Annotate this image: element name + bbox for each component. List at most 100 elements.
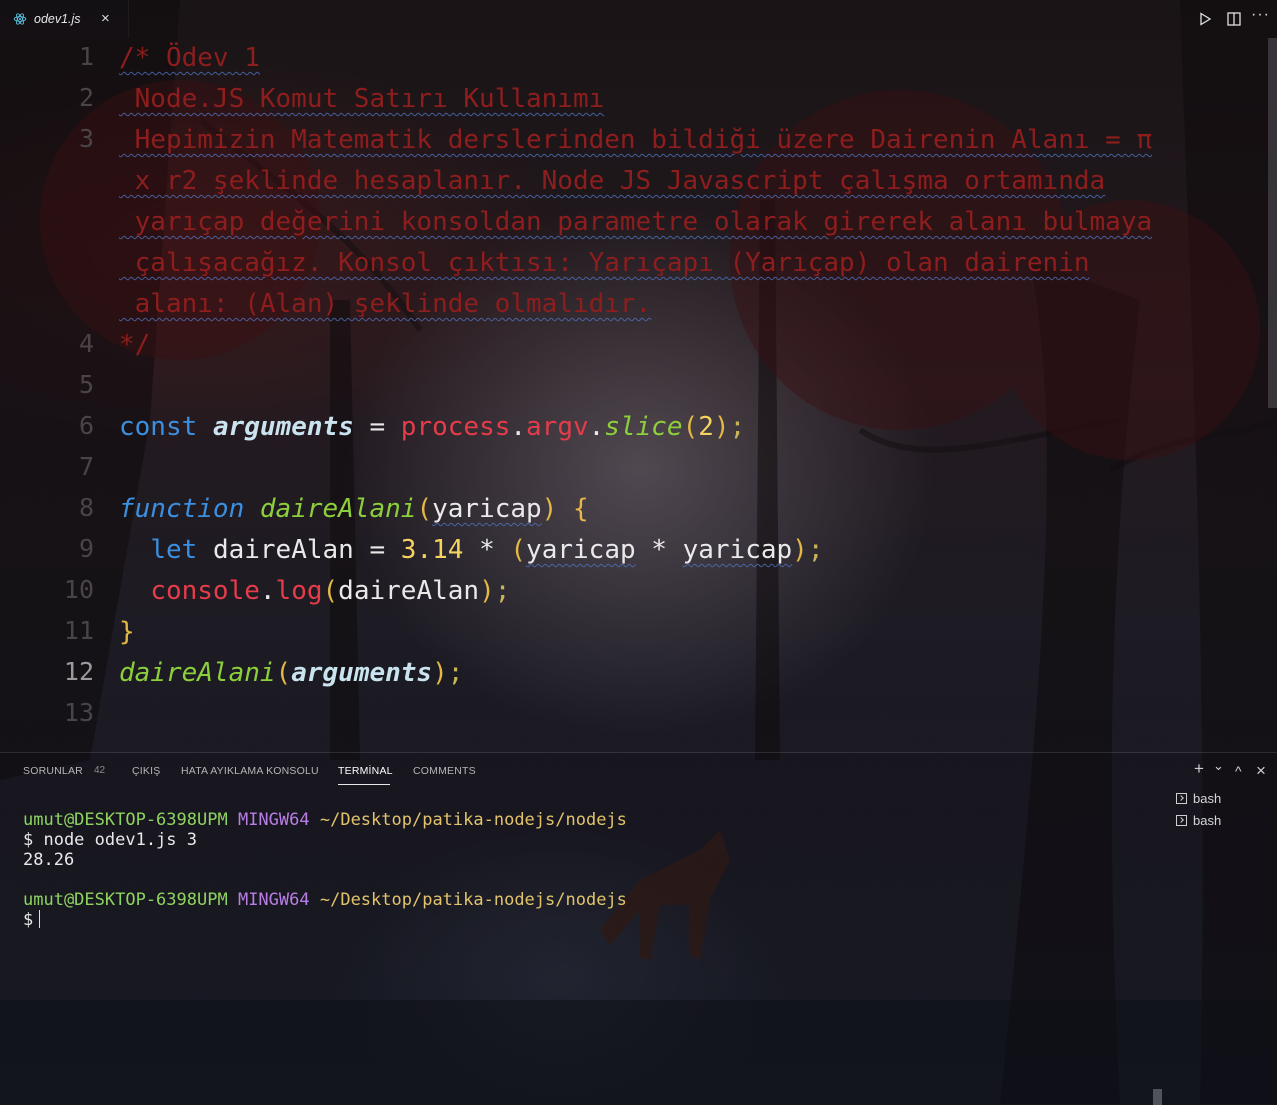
terminal-system: MINGW64	[237, 890, 310, 910]
chevron-down-icon[interactable]: ⌄	[1213, 758, 1224, 774]
method-log: log	[275, 576, 323, 606]
operator-multiply: *	[463, 535, 511, 565]
react-icon	[13, 13, 27, 25]
more-actions-icon[interactable]: ···	[1251, 6, 1270, 24]
editor-scrollbar[interactable]	[1268, 38, 1277, 408]
line-number: 5	[78, 370, 94, 399]
keyword-let: let	[150, 535, 198, 565]
paren-close: )	[541, 494, 558, 524]
tab-terminal[interactable]: TERMİNAL	[338, 765, 393, 777]
code-line-6: const arguments = process.argv.slice(2);	[119, 407, 745, 448]
comment-text: Node.JS Komut Satırı Kullanımı	[119, 84, 605, 114]
terminal-instance-bash[interactable]: bash	[1176, 813, 1221, 828]
line-number: 6	[78, 411, 94, 440]
operator-multiply: *	[635, 535, 683, 565]
paren-close: )	[713, 412, 730, 442]
line-number: 3	[78, 124, 94, 153]
paren-open: (	[275, 658, 292, 688]
tab-filename: odev1.js	[34, 12, 81, 26]
comment-text: x r2 şeklinde hesaplanır. Node JS Javasc…	[119, 166, 1106, 196]
active-tab-indicator	[338, 784, 390, 785]
punct-semicolon: ;	[807, 535, 824, 565]
code-line-2: Node.JS Komut Satırı Kullanımı	[119, 79, 605, 120]
line-number: 10	[63, 575, 94, 604]
terminal-icon	[1176, 815, 1187, 826]
paren-open: (	[322, 576, 339, 606]
comment-text: yarıçap değerini konsoldan parametre ola…	[119, 207, 1153, 237]
run-icon[interactable]	[1198, 12, 1212, 26]
terminal-instance-label: bash	[1193, 791, 1222, 806]
terminal-scrollbar[interactable]	[1153, 1089, 1162, 1105]
line-number: 4	[78, 329, 94, 358]
code-line-4: */	[119, 325, 150, 366]
close-panel-icon[interactable]: ×	[1256, 761, 1266, 781]
identifier-arguments: arguments	[291, 658, 433, 688]
punct-dot: .	[259, 576, 276, 606]
param-yaricap: yaricap	[432, 494, 542, 524]
number-literal: 3.14	[400, 535, 464, 565]
comment-text: /* Ödev 1	[119, 43, 260, 73]
problems-count-badge: 42	[94, 765, 106, 776]
terminal-instance-label: bash	[1193, 813, 1222, 828]
terminal-system: MINGW64	[237, 810, 310, 830]
brace-close: }	[119, 617, 135, 647]
tab-debug-console[interactable]: HATA AYIKLAMA KONSOLU	[181, 765, 319, 777]
code-editor[interactable]: 1 2 3 4 5 6 7 8 9 10 11 12 13 /* Ödev 1 …	[0, 38, 1268, 752]
operator-assign: =	[353, 535, 401, 565]
line-number: 13	[63, 698, 94, 727]
tab-output[interactable]: ÇIKIŞ	[132, 765, 160, 777]
code-line-8: function daireAlani(yaricap) {	[119, 489, 589, 530]
paren-open: (	[510, 535, 527, 565]
terminal-prompt: $	[23, 910, 34, 930]
editor-tab-bar: odev1.js × ···	[0, 0, 1277, 38]
method-slice: slice	[604, 412, 683, 442]
line-number: 9	[78, 534, 94, 563]
identifier-yaricap: yaricap	[682, 535, 793, 565]
terminal-command: $ node odev1.js 3	[23, 830, 197, 850]
terminal-user: umut@DESKTOP-6398UPM	[23, 890, 228, 910]
punct-semicolon: ;	[729, 412, 746, 442]
number-literal: 2	[698, 412, 714, 442]
identifier-yaricap: yaricap	[526, 535, 636, 565]
tab-comments[interactable]: COMMENTS	[413, 765, 476, 777]
identifier-daireAlan: daireAlan	[338, 576, 480, 606]
line-number: 8	[78, 493, 94, 522]
code-line-3-wrap: çalışacağız. Konsol çıktısı: Yarıçapı (Y…	[119, 243, 1090, 284]
line-number: 1	[78, 42, 94, 71]
paren-close: )	[479, 576, 495, 606]
comment-text: */	[119, 330, 151, 360]
paren-close: )	[792, 535, 808, 565]
tab-problems[interactable]: SORUNLAR	[23, 765, 83, 777]
keyword-function: function	[119, 494, 245, 524]
paren-open: (	[682, 412, 699, 442]
identifier-daireAlan: daireAlan	[212, 535, 354, 565]
punct-dot: .	[588, 412, 605, 442]
brace-open: {	[557, 494, 589, 524]
editor-tab-odev1[interactable]: odev1.js ×	[0, 0, 129, 38]
function-call-name: daireAlani	[119, 658, 276, 688]
terminal-instance-bash[interactable]: bash	[1176, 791, 1221, 806]
terminal-path: ~/Desktop/patika-nodejs/nodejs	[319, 890, 627, 910]
code-line-3-wrap: alanı: (Alan) şeklinde olmalıdır.	[119, 284, 652, 325]
split-editor-icon[interactable]	[1227, 12, 1241, 26]
paren-close: )	[432, 658, 448, 688]
identifier-argv: argv	[526, 412, 589, 442]
tab-close-icon[interactable]: ×	[101, 10, 110, 27]
terminal-output[interactable]: umut@DESKTOP-6398UPM MINGW64 ~/Desktop/p…	[23, 810, 627, 930]
keyword-const: const	[119, 412, 198, 442]
panel-tab-bar: SORUNLAR 42 ÇIKIŞ HATA AYIKLAMA KONSOLU …	[0, 753, 1277, 791]
identifier-console: console	[150, 576, 260, 606]
comment-text: alanı: (Alan) şeklinde olmalıdır.	[119, 289, 652, 319]
code-line-12: daireAlani(arguments);	[119, 653, 463, 694]
current-line-number: 12	[63, 657, 94, 686]
add-terminal-icon[interactable]: +	[1194, 759, 1204, 779]
terminal-cursor	[39, 910, 41, 928]
maximize-panel-icon[interactable]: ^	[1235, 763, 1242, 779]
code-line-9: let daireAlan = 3.14 * (yaricap * yarica…	[119, 530, 823, 571]
code-line-3: Hepimizin Matematik derslerinden bildiği…	[119, 120, 1152, 161]
line-number: 2	[78, 83, 94, 112]
code-line-11: }	[119, 612, 135, 653]
terminal-result: 28.26	[23, 850, 75, 870]
code-line-3-wrap: yarıçap değerini konsoldan parametre ola…	[119, 202, 1152, 243]
punct-semicolon: ;	[494, 576, 511, 606]
